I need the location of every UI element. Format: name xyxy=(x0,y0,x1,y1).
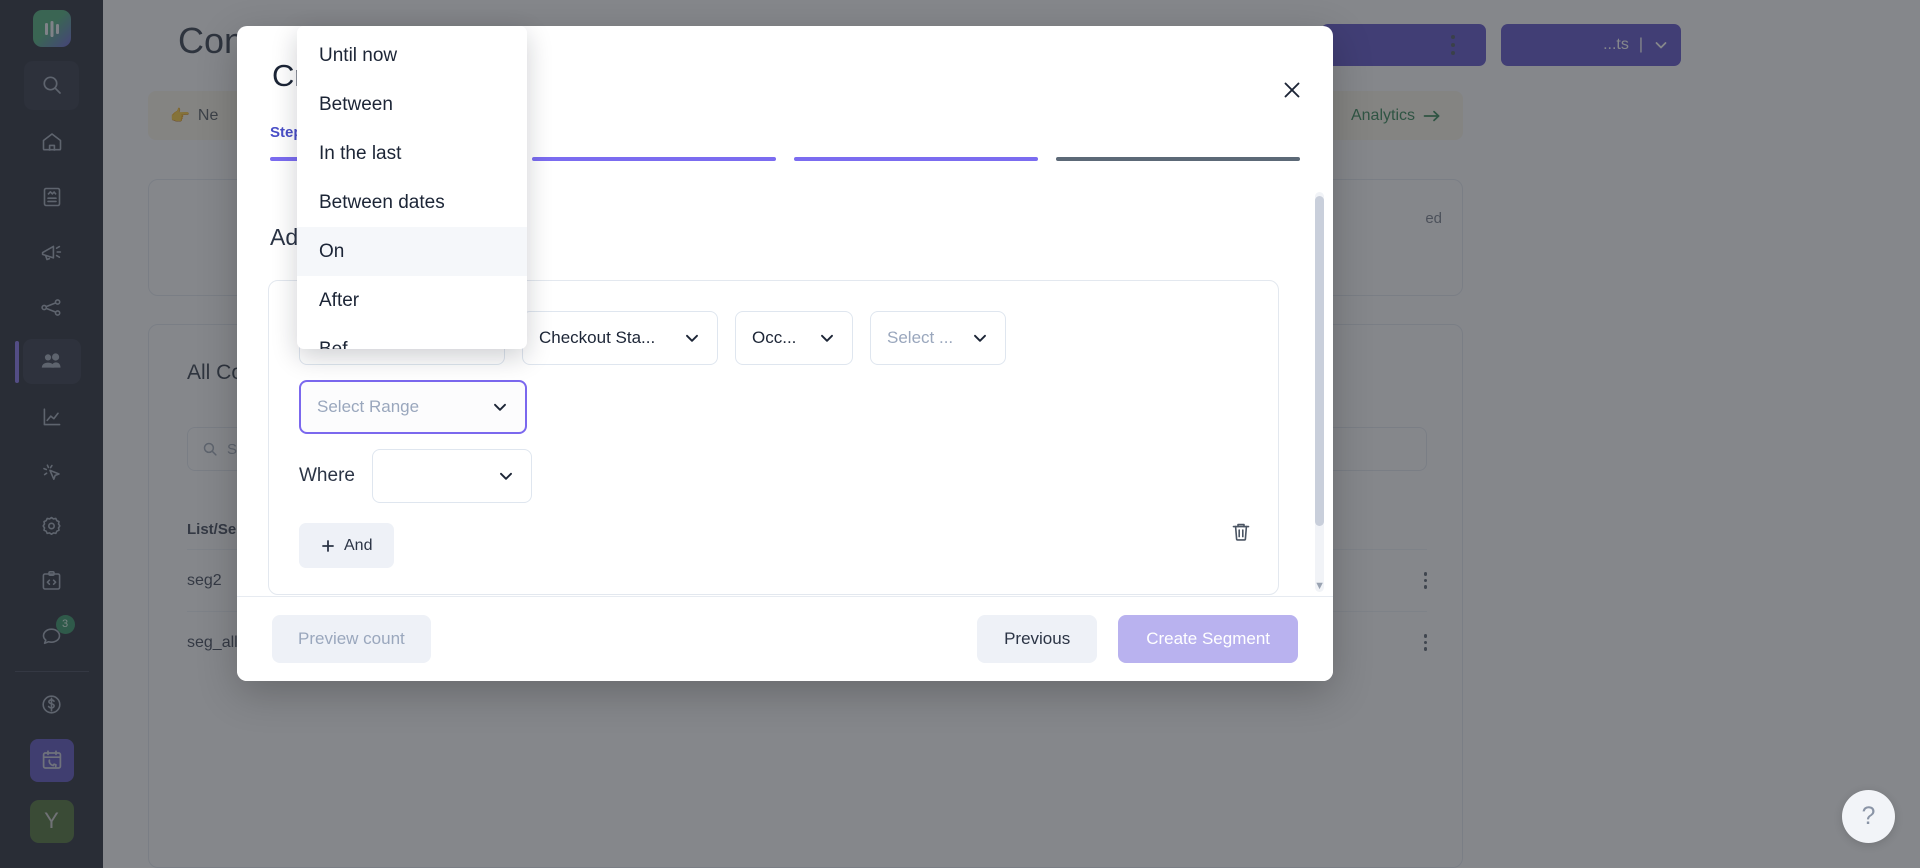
create-segment-button[interactable]: Create Segment xyxy=(1118,615,1298,663)
chevron-down-icon xyxy=(491,398,509,416)
menu-item-between[interactable]: Between xyxy=(297,80,527,129)
scroll-down-arrow-icon[interactable]: ▼ xyxy=(1314,580,1325,592)
range-type-placeholder: Select Range xyxy=(317,397,420,416)
chevron-down-icon xyxy=(818,329,836,347)
step-bar-3 xyxy=(794,157,1038,161)
previous-button[interactable]: Previous xyxy=(977,615,1098,663)
modal-scrollbar-thumb[interactable] xyxy=(1315,196,1324,526)
where-label: Where xyxy=(299,465,355,486)
menu-item-between-dates[interactable]: Between dates xyxy=(297,178,527,227)
menu-item-label: Bef xyxy=(319,338,348,350)
menu-item-before[interactable]: Bef xyxy=(297,325,527,350)
preview-count-label: Preview count xyxy=(298,629,405,648)
question-mark-icon: ? xyxy=(1861,802,1876,830)
menu-item-label: In the last xyxy=(319,142,402,164)
help-button[interactable]: ? xyxy=(1842,790,1895,843)
where-select[interactable] xyxy=(371,449,532,503)
menu-item-until-now[interactable]: Until now xyxy=(297,31,527,80)
menu-item-in-the-last[interactable]: In the last xyxy=(297,129,527,178)
condition-event-value: Checkout Sta... xyxy=(539,328,656,347)
menu-item-label: Between xyxy=(319,93,393,115)
condition-value-placeholder: Select ... xyxy=(887,328,954,347)
trash-icon[interactable] xyxy=(1230,521,1252,548)
condition-operator-select[interactable]: Occ... xyxy=(735,311,853,365)
footer-actions: Previous Create Segment xyxy=(977,615,1298,663)
menu-item-label: Between dates xyxy=(319,191,445,213)
step-bar-2 xyxy=(532,157,776,161)
menu-item-label: After xyxy=(319,289,360,311)
create-segment-label: Create Segment xyxy=(1146,629,1270,648)
condition-event-select[interactable]: Checkout Sta... xyxy=(522,311,718,365)
condition-row-where: Where xyxy=(299,449,532,503)
previous-label: Previous xyxy=(1004,629,1071,648)
plus-icon xyxy=(322,539,334,552)
condition-row-range: Select Range xyxy=(299,380,527,434)
chevron-down-icon xyxy=(683,329,701,347)
add-and-row: And xyxy=(299,523,395,568)
step-bar-4 xyxy=(1056,157,1300,161)
range-type-dropdown-menu: Until now Between In the last Between da… xyxy=(297,26,527,349)
add-and-button[interactable]: And xyxy=(299,523,395,568)
chevron-down-icon xyxy=(971,329,989,347)
menu-item-after[interactable]: After xyxy=(297,276,527,325)
app-root: 3 Y Contacts ...ts xyxy=(0,0,1920,868)
chevron-down-icon xyxy=(497,467,515,485)
modal-scrollbar-track[interactable] xyxy=(1315,192,1324,592)
modal-footer: Preview count Previous Create Segment xyxy=(237,596,1333,681)
preview-count-button[interactable]: Preview count xyxy=(272,615,431,663)
menu-item-on[interactable]: On xyxy=(297,227,527,276)
menu-item-label: On xyxy=(319,240,345,262)
condition-operator-value: Occ... xyxy=(752,328,797,347)
add-and-label: And xyxy=(344,536,373,554)
close-icon[interactable] xyxy=(1277,78,1307,108)
range-type-select[interactable]: Select Range xyxy=(299,380,527,434)
condition-value-select[interactable]: Select ... xyxy=(870,311,1006,365)
menu-item-label: Until now xyxy=(319,44,398,66)
